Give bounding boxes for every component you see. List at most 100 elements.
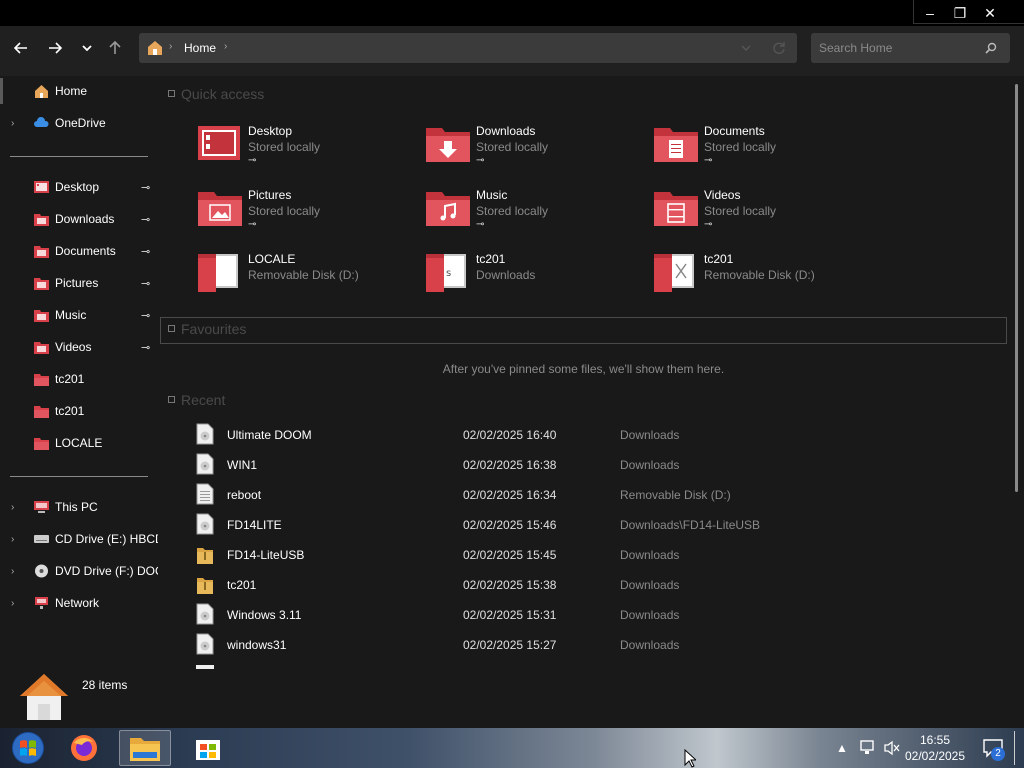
- address-history-chevron-icon[interactable]: [741, 44, 751, 52]
- up-button[interactable]: [102, 35, 128, 61]
- home-large-icon: [20, 674, 68, 720]
- expand-chevron-icon[interactable]: ›: [11, 566, 14, 577]
- recent-locations-button[interactable]: [74, 35, 100, 61]
- file-explorer-window: – ❐ ✕ › Home › Search Home Home › OneDri…: [0, 0, 1024, 768]
- minimize-button[interactable]: –: [915, 0, 945, 26]
- close-button[interactable]: ✕: [975, 0, 1005, 26]
- taskbar-store[interactable]: [182, 730, 234, 766]
- quick-access-pictures[interactable]: Pictures Stored locally ⊸: [196, 184, 416, 240]
- arrow-up-icon: [109, 40, 121, 54]
- quick-access-downloads[interactable]: Downloads Stored locally ⊸: [424, 120, 644, 176]
- address-bar[interactable]: › Home ›: [139, 33, 797, 63]
- taskbar-file-explorer[interactable]: [119, 730, 171, 766]
- music-folder-icon: [426, 192, 470, 226]
- sidebar-item-desktop[interactable]: Desktop ⊸: [0, 172, 158, 202]
- sidebar-item-tc201[interactable]: tc201: [0, 364, 158, 394]
- notification-center-button[interactable]: 2: [982, 728, 1006, 768]
- taskbar: ▲ 16:55 02/02/2025 2: [0, 728, 1024, 768]
- sidebar-item-dvd-drive[interactable]: › DVD Drive (F:) DOO: [0, 556, 158, 586]
- folder-icon: [34, 438, 49, 450]
- scrollbar-thumb[interactable]: [1015, 84, 1018, 492]
- expand-chevron-icon[interactable]: ›: [11, 118, 14, 129]
- open-folder-icon: s: [426, 254, 466, 292]
- search-box[interactable]: [811, 33, 1010, 63]
- navigation-pane: Home › OneDrive Desktop ⊸ Downloads ⊸ Do…: [0, 76, 158, 728]
- quick-access-tc201[interactable]: s tc201 Downloads: [424, 248, 644, 304]
- maximize-button[interactable]: ❐: [945, 0, 975, 26]
- recent-header[interactable]: Recent: [168, 392, 225, 408]
- recent-row[interactable]: WIN1 02/02/2025 16:38 Downloads: [196, 450, 836, 480]
- quick-access-tc201-2[interactable]: tc201 Removable Disk (D:): [652, 248, 872, 304]
- back-button[interactable]: [8, 35, 34, 61]
- recent-row[interactable]: Ultimate DOOM 02/02/2025 16:40 Downloads: [196, 420, 836, 450]
- folder-icon: [34, 374, 49, 386]
- system-clock[interactable]: 16:55 02/02/2025: [900, 732, 970, 764]
- folder-icon: [130, 738, 160, 761]
- sidebar-item-network[interactable]: › Network: [0, 588, 158, 618]
- firefox-icon: [71, 735, 97, 761]
- notification-badge: 2: [991, 747, 1005, 761]
- sidebar-item-pictures[interactable]: Pictures ⊸: [0, 268, 158, 298]
- volume-tray[interactable]: [883, 728, 901, 768]
- recent-row[interactable]: tc201 02/02/2025 15:38 Downloads: [196, 570, 836, 600]
- downloads-folder-icon: [426, 128, 470, 162]
- search-input[interactable]: [819, 39, 979, 57]
- collapse-icon: [168, 89, 175, 97]
- show-desktop-button[interactable]: [1014, 731, 1020, 765]
- navigation-bar: › Home ›: [0, 26, 1024, 76]
- refresh-icon[interactable]: [772, 41, 786, 55]
- quick-access-header[interactable]: Quick access: [168, 86, 264, 102]
- quick-access-music[interactable]: Music Stored locally ⊸: [424, 184, 644, 240]
- vertical-scrollbar[interactable]: [1013, 76, 1024, 492]
- network-tray[interactable]: [858, 728, 876, 768]
- quick-access-locale[interactable]: LOCALE Removable Disk (D:): [196, 248, 416, 304]
- sidebar-item-videos[interactable]: Videos ⊸: [0, 332, 158, 362]
- sidebar-item-tc201-2[interactable]: tc201: [0, 396, 158, 426]
- sidebar-item-label: Videos: [55, 340, 92, 354]
- pin-icon: ⊸: [704, 155, 713, 166]
- disc-image-icon: [196, 453, 214, 475]
- recent-row[interactable]: windows31 02/02/2025 15:27 Downloads: [196, 630, 836, 660]
- favourites-header[interactable]: Favourites: [168, 321, 246, 337]
- recent-row[interactable]: FD14-LiteUSB 02/02/2025 15:45 Downloads: [196, 540, 836, 570]
- recent-row[interactable]: reboot 02/02/2025 16:34 Removable Disk (…: [196, 480, 836, 510]
- cloud-icon: [34, 117, 49, 127]
- sidebar-item-this-pc[interactable]: › This PC: [0, 492, 158, 522]
- start-button[interactable]: [2, 730, 54, 766]
- restore-icon: ❐: [953, 4, 967, 21]
- store-icon: [196, 740, 220, 760]
- quick-access-desktop[interactable]: Desktop Stored locally ⊸: [196, 120, 416, 176]
- pin-icon: ⊸: [248, 219, 257, 230]
- sidebar-item-label: LOCALE: [55, 436, 103, 450]
- collapse-icon: [168, 324, 175, 332]
- breadcrumb-expand-icon[interactable]: ›: [224, 41, 227, 52]
- desktop-folder-icon: [198, 126, 240, 160]
- cd-drive-icon: [34, 535, 49, 543]
- sidebar-item-cd-drive[interactable]: › CD Drive (E:) HBCD: [0, 524, 158, 554]
- quick-access-videos[interactable]: Videos Stored locally ⊸: [652, 184, 872, 240]
- sidebar-item-home[interactable]: Home: [0, 76, 158, 106]
- speaker-muted-icon: [884, 740, 900, 756]
- taskbar-firefox[interactable]: [58, 730, 110, 766]
- expand-chevron-icon[interactable]: ›: [11, 502, 14, 513]
- sidebar-item-label: tc201: [55, 372, 85, 386]
- pin-icon: ⊸: [141, 245, 151, 258]
- sidebar-item-onedrive[interactable]: › OneDrive: [0, 108, 158, 138]
- sidebar-item-documents[interactable]: Documents ⊸: [0, 236, 158, 266]
- close-icon: ✕: [984, 4, 996, 21]
- home-icon: [35, 85, 48, 98]
- sidebar-item-music[interactable]: Music ⊸: [0, 300, 158, 330]
- dvd-drive-icon: [35, 564, 48, 578]
- sidebar-item-locale[interactable]: LOCALE: [0, 428, 158, 458]
- recent-row[interactable]: Windows 3.11 02/02/2025 15:31 Downloads: [196, 600, 836, 630]
- sidebar-item-label: Home: [55, 84, 88, 98]
- expand-chevron-icon[interactable]: ›: [11, 534, 14, 545]
- sidebar-item-label: Pictures: [55, 276, 99, 290]
- show-hidden-icons-button[interactable]: ▲: [836, 728, 848, 768]
- expand-chevron-icon[interactable]: ›: [11, 598, 14, 609]
- quick-access-documents[interactable]: Documents Stored locally ⊸: [652, 120, 872, 176]
- sidebar-item-downloads[interactable]: Downloads ⊸: [0, 204, 158, 234]
- forward-button[interactable]: [42, 35, 68, 61]
- breadcrumb-home[interactable]: Home: [184, 41, 216, 55]
- recent-row[interactable]: FD14LITE 02/02/2025 15:46 Downloads\FD14…: [196, 510, 836, 540]
